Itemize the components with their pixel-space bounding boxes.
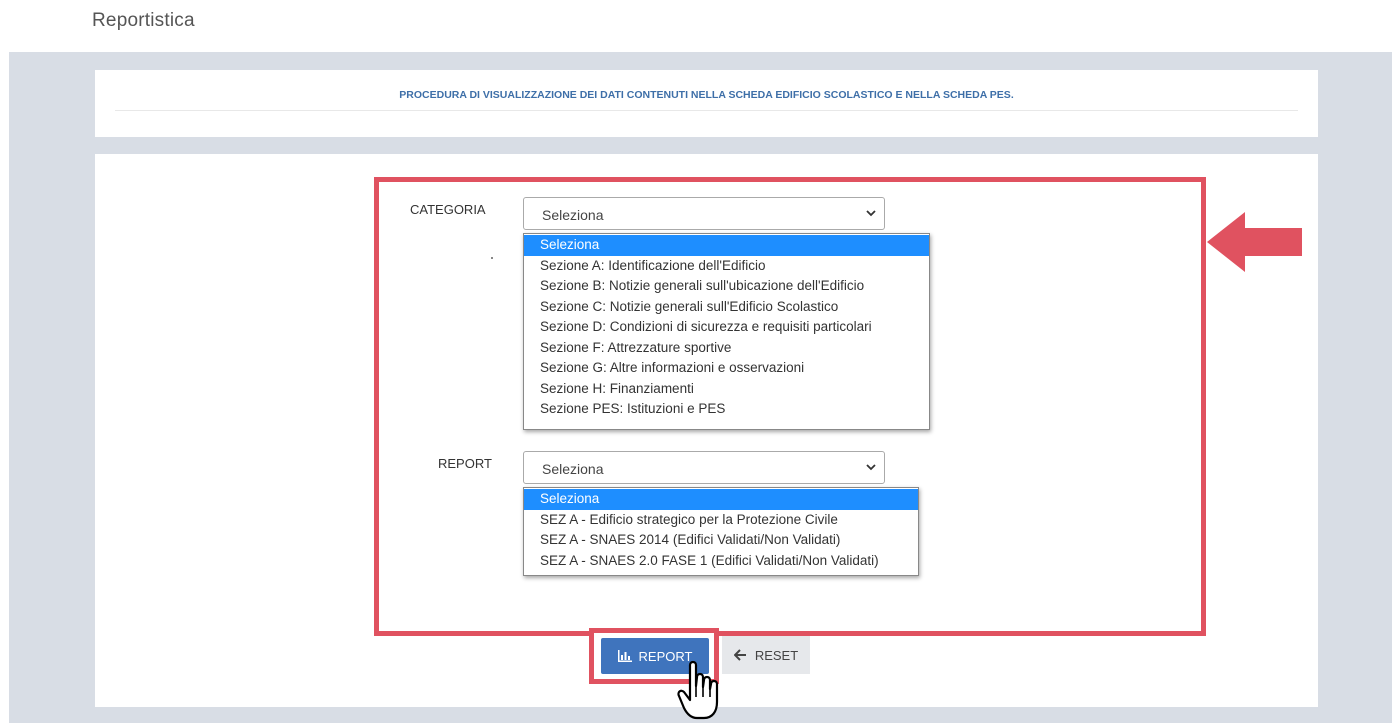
hand-cursor-icon — [677, 660, 719, 720]
annotation-highlight — [374, 177, 1206, 636]
info-text: PROCEDURA DI VISUALIZZAZIONE DEI DATI CO… — [399, 89, 1014, 101]
bar-chart-icon — [617, 650, 632, 662]
red-arrow-icon — [1207, 212, 1302, 272]
reset-button[interactable]: RESET — [722, 636, 810, 674]
page-title: Reportistica — [92, 10, 195, 31]
arrow-left-icon — [733, 649, 746, 661]
divider — [115, 110, 1298, 111]
info-card: PROCEDURA DI VISUALIZZAZIONE DEI DATI CO… — [95, 70, 1318, 137]
reset-button-label: RESET — [754, 647, 799, 663]
